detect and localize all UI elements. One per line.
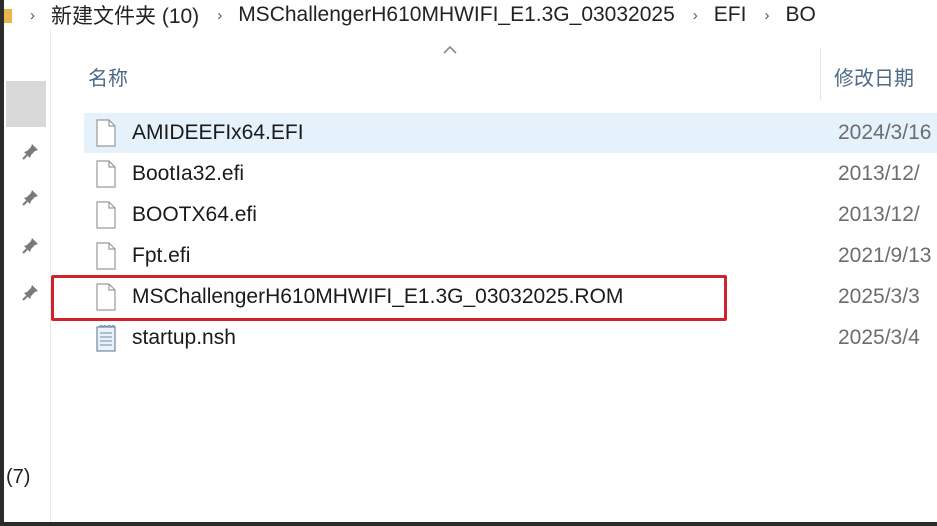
- highlight-box: [51, 275, 727, 321]
- nav-selected-item[interactable]: [6, 81, 46, 127]
- file-name: BOOTX64.efi: [132, 203, 257, 226]
- file-row[interactable]: startup.nsh 2025/3/4: [84, 318, 937, 358]
- file-row[interactable]: AMIDEEFIx64.EFI 2024/3/16: [84, 113, 937, 153]
- column-header-date[interactable]: 修改日期: [834, 62, 914, 91]
- file-name: startup.nsh: [132, 326, 236, 349]
- generic-file-icon: [96, 119, 116, 147]
- generic-file-icon: [96, 160, 116, 188]
- column-divider[interactable]: [820, 48, 821, 100]
- file-row[interactable]: BootIa32.efi 2013/12/: [84, 154, 937, 194]
- file-explorer-window: › 新建文件夹 (10) › MSChallengerH610MHWIFI_E1…: [4, 0, 937, 522]
- file-name: AMIDEEFIx64.EFI: [132, 121, 304, 144]
- chevron-right-icon[interactable]: ›: [693, 7, 698, 24]
- breadcrumb-item[interactable]: 新建文件夹 (10): [51, 0, 199, 30]
- sort-ascending-icon: [443, 45, 457, 54]
- generic-file-icon: [96, 242, 116, 270]
- breadcrumb-item[interactable]: BO: [785, 3, 815, 27]
- navigation-pane: (7): [4, 30, 51, 522]
- file-name: BootIa32.efi: [132, 162, 245, 185]
- file-date: 2025/3/3: [838, 285, 920, 308]
- file-row[interactable]: Fpt.efi 2021/9/13: [84, 236, 937, 276]
- breadcrumb-item[interactable]: MSChallengerH610MHWIFI_E1.3G_03032025: [238, 3, 675, 27]
- file-date: 2021/9/13: [838, 244, 932, 267]
- text-file-icon: [96, 325, 116, 352]
- pin-icon[interactable]: [22, 142, 40, 160]
- file-date: 2013/12/: [838, 203, 920, 226]
- generic-file-icon: [96, 201, 116, 229]
- breadcrumb: › 新建文件夹 (10) › MSChallengerH610MHWIFI_E1…: [4, 0, 937, 30]
- folder-icon: [4, 9, 12, 23]
- chevron-right-icon[interactable]: ›: [217, 7, 222, 24]
- chevron-right-icon[interactable]: ›: [764, 7, 769, 24]
- column-header-name[interactable]: 名称: [88, 62, 128, 91]
- chevron-right-icon: ›: [30, 6, 35, 24]
- file-date: 2013/12/: [838, 162, 920, 185]
- breadcrumb-item[interactable]: EFI: [714, 3, 747, 27]
- file-row[interactable]: BOOTX64.efi 2013/12/: [84, 195, 937, 235]
- file-date: 2025/3/4: [838, 326, 920, 349]
- nav-item-count: (7): [6, 466, 31, 488]
- file-name: Fpt.efi: [132, 244, 191, 267]
- pin-icon[interactable]: [22, 236, 40, 254]
- pin-icon[interactable]: [22, 188, 40, 206]
- pin-icon[interactable]: [22, 283, 40, 301]
- file-date: 2024/3/16: [838, 121, 932, 144]
